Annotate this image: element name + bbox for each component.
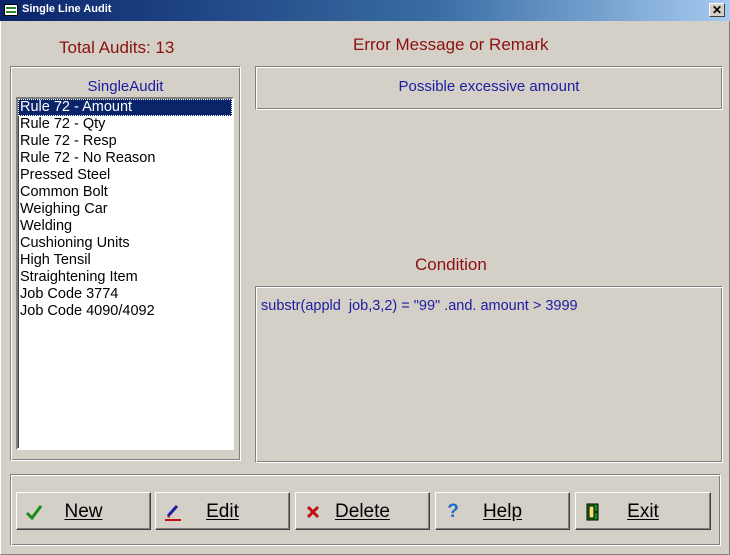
list-item[interactable]: Job Code 4090/4092 <box>18 303 232 320</box>
list-item[interactable]: Rule 72 - No Reason <box>18 150 232 167</box>
single-audit-heading: SingleAudit <box>87 78 164 95</box>
help-button-label: Help <box>482 501 523 522</box>
close-icon[interactable]: ✕ <box>709 3 725 17</box>
list-item[interactable]: Job Code 3774 <box>18 286 232 303</box>
delete-button-label: Delete <box>335 501 390 522</box>
delete-button[interactable]: Delete <box>295 492 430 530</box>
exit-button-label: Exit <box>627 501 659 522</box>
list-item[interactable]: Weighing Car <box>18 201 232 218</box>
title-bar: Single Line Audit ✕ <box>0 0 730 21</box>
app-icon <box>4 4 18 16</box>
edit-button[interactable]: Edit <box>155 492 290 530</box>
list-item[interactable]: Common Bolt <box>18 184 232 201</box>
list-item[interactable]: Straightening Item <box>18 269 232 286</box>
error-message-box: Possible excessive amount <box>255 66 723 110</box>
condition-expression: substr(appld job,3,2) = "99" .and. amoun… <box>261 298 578 314</box>
audit-listbox[interactable]: Rule 72 - Amount Rule 72 - Qty Rule 72 - R… <box>16 97 234 450</box>
list-item[interactable]: Pressed Steel <box>18 167 232 184</box>
total-audits-label: Total Audits: 13 <box>59 38 175 57</box>
edit-button-label: Edit <box>206 501 239 522</box>
error-message-heading: Error Message or Remark <box>353 35 549 54</box>
condition-box: substr(appld job,3,2) = "99" .and. amoun… <box>255 286 723 463</box>
list-item[interactable]: Rule 72 - Qty <box>18 116 232 133</box>
list-item[interactable]: Rule 72 - Amount <box>18 99 232 116</box>
list-item[interactable]: Rule 72 - Resp <box>18 133 232 150</box>
exit-button[interactable]: Exit <box>575 492 711 530</box>
new-button[interactable]: New <box>16 492 151 530</box>
window-title: Single Line Audit <box>22 3 112 15</box>
list-item[interactable]: Welding <box>18 218 232 235</box>
help-button[interactable]: ? Help <box>435 492 570 530</box>
condition-heading: Condition <box>415 255 487 274</box>
new-button-label: New <box>64 501 103 522</box>
list-item[interactable]: Cushioning Units <box>18 235 232 252</box>
error-message-text: Possible excessive amount <box>398 78 580 95</box>
list-item[interactable]: High Tensil <box>18 252 232 269</box>
